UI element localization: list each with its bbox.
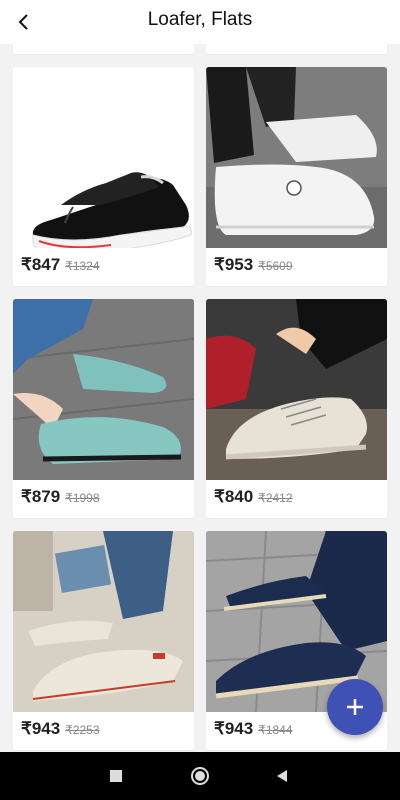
price: ₹879 xyxy=(21,487,61,506)
original-price: ₹5609 xyxy=(258,259,293,273)
original-price: ₹2412 xyxy=(258,491,293,505)
recents-button[interactable] xyxy=(104,764,128,788)
price: ₹943 xyxy=(214,719,254,738)
price: ₹840 xyxy=(214,487,254,506)
original-price: ₹1324 xyxy=(65,259,100,273)
product-card[interactable]: ₹847 ₹1324 xyxy=(13,67,194,286)
add-button[interactable] xyxy=(327,679,383,735)
original-price: ₹2253 xyxy=(65,723,100,737)
original-price: ₹1844 xyxy=(258,723,293,737)
product-image[interactable] xyxy=(13,299,194,480)
recents-square-icon xyxy=(110,770,122,782)
price: ₹953 xyxy=(214,255,254,274)
product-card[interactable]: ₹953 ₹5609 xyxy=(206,67,387,286)
price: ₹943 xyxy=(21,719,61,738)
home-button[interactable] xyxy=(188,764,212,788)
home-circle-icon xyxy=(191,767,209,785)
product-grid: ₹847 ₹1324 ₹953 ₹5609 ₹879 ₹1998 ₹840 ₹2… xyxy=(0,0,400,752)
product-image[interactable] xyxy=(13,531,194,712)
system-navigation-bar xyxy=(0,752,400,800)
back-triangle-icon xyxy=(277,770,287,782)
product-image[interactable] xyxy=(206,299,387,480)
original-price: ₹1998 xyxy=(65,491,100,505)
product-card[interactable]: ₹879 ₹1998 xyxy=(13,299,194,518)
page-title: Loafer, Flats xyxy=(147,9,253,30)
product-image[interactable] xyxy=(13,67,194,248)
product-card[interactable]: ₹840 ₹2412 xyxy=(206,299,387,518)
app-bar: Loafer, Flats xyxy=(0,0,400,44)
plus-icon xyxy=(347,699,363,715)
product-image[interactable] xyxy=(206,67,387,248)
price: ₹847 xyxy=(21,255,61,274)
product-card[interactable]: ₹943 ₹2253 xyxy=(13,531,194,750)
nav-back-button[interactable] xyxy=(270,764,294,788)
